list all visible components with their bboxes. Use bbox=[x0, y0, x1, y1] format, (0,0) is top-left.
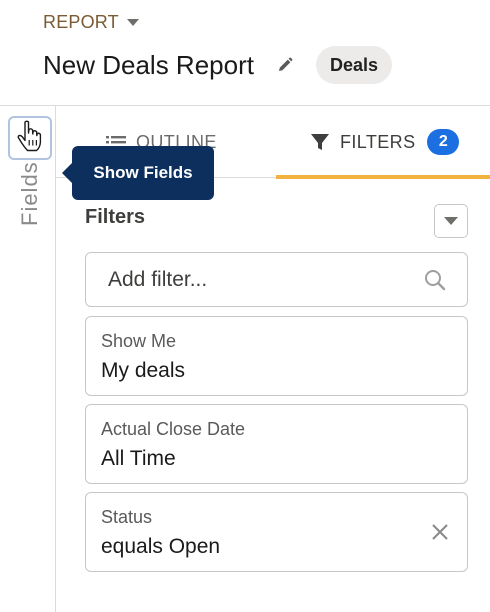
report-title: New Deals Report bbox=[43, 49, 254, 80]
chevron-down-icon bbox=[126, 19, 139, 26]
filter-item-show-me[interactable]: Show Me My deals bbox=[85, 316, 468, 396]
report-title-row: New Deals Report Deals bbox=[43, 46, 393, 84]
active-tab-indicator bbox=[276, 175, 490, 179]
add-filter-input[interactable]: Add filter... bbox=[85, 252, 468, 307]
filter-label: Actual Close Date bbox=[101, 419, 246, 439]
filter-value: All Time bbox=[101, 447, 176, 470]
hand-cursor-icon bbox=[17, 120, 42, 152]
filter-item-actual-close-date[interactable]: Actual Close Date All Time bbox=[85, 404, 468, 484]
object-pill: Deals bbox=[315, 46, 393, 84]
close-icon[interactable] bbox=[427, 519, 453, 545]
pencil-icon[interactable] bbox=[274, 54, 296, 76]
filter-label: Show Me bbox=[101, 331, 177, 351]
filter-value: equals Open bbox=[101, 535, 221, 558]
filter-count-badge: 2 bbox=[427, 129, 460, 155]
fields-rail: Fields bbox=[0, 106, 56, 612]
report-eyebrow: REPORT bbox=[43, 12, 119, 32]
filters-menu-button[interactable] bbox=[434, 204, 468, 238]
tooltip-text: Show Fields bbox=[93, 163, 193, 182]
search-icon bbox=[423, 268, 447, 298]
filter-value: My deals bbox=[101, 359, 186, 382]
funnel-icon bbox=[310, 132, 330, 152]
report-header: REPORT New Deals Report Deals bbox=[0, 0, 490, 106]
filter-item-status[interactable]: Status equals Open bbox=[85, 492, 468, 572]
filter-label: Status bbox=[101, 507, 153, 527]
fields-rail-label[interactable]: Fields bbox=[8, 144, 52, 244]
report-type-menu[interactable]: REPORT bbox=[43, 12, 139, 33]
tab-filters[interactable]: FILTERS 2 bbox=[276, 106, 490, 179]
filters-heading: Filters bbox=[85, 206, 146, 228]
chevron-down-icon bbox=[444, 217, 458, 225]
add-filter-placeholder: Add filter... bbox=[108, 267, 208, 291]
tooltip-pointer bbox=[62, 163, 72, 183]
show-fields-tooltip: Show Fields bbox=[62, 146, 214, 200]
tab-filters-label: FILTERS bbox=[340, 131, 416, 152]
